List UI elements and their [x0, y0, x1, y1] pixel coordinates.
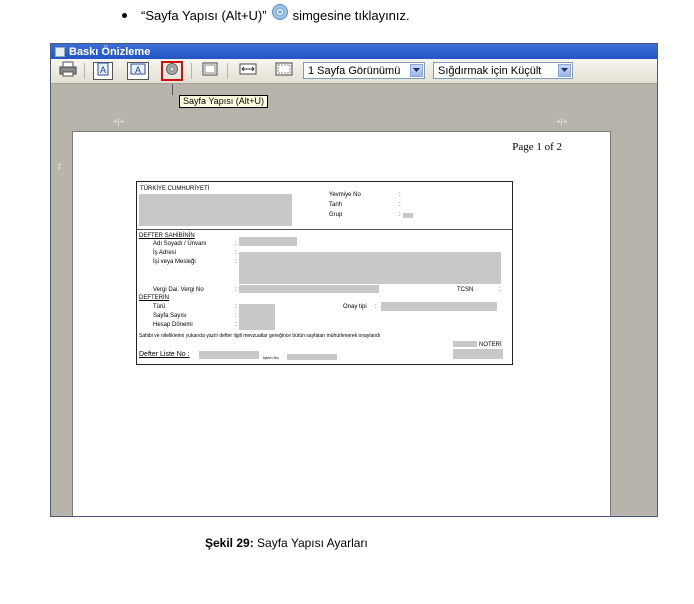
app-icon	[55, 46, 65, 57]
tooltip-pointer	[172, 84, 173, 95]
statement-text: Sahibi ve niteliklerini yukarıda yazılı …	[139, 333, 381, 339]
margin-handle-icon[interactable]: +|+	[556, 117, 567, 126]
print-button[interactable]	[57, 61, 79, 82]
instruction-prefix: “Sayfa Yapısı (Alt+U)”	[141, 7, 267, 23]
small-label: İşlem No	[263, 355, 279, 360]
ledger-form: TÜRKİYE CUMHURİYETİ Yevmiye No Tarih Gru…	[136, 181, 513, 365]
page-number: Page 1 of 2	[512, 141, 562, 153]
owner-label: İşi veya Mesleği	[153, 259, 196, 265]
redacted-box	[453, 341, 477, 347]
ledger-label: Türü	[153, 304, 166, 310]
owner-label: Adı Soyadı / Ünvanı	[153, 241, 207, 247]
portrait-button[interactable]: A	[93, 62, 113, 80]
redacted-box	[239, 252, 501, 284]
window-titlebar: Baskı Önizleme	[51, 44, 657, 59]
ledger-label: Hesap Dönemi	[153, 322, 193, 328]
preview-page: Page 1 of 2 TÜRKİYE CUMHURİYETİ Yevmiye …	[72, 131, 611, 516]
landscape-button[interactable]: A	[127, 62, 149, 80]
window-title: Baskı Önizleme	[69, 45, 151, 58]
zoom-select-value: Sığdırmak için Küçült	[438, 64, 542, 77]
page-width-icon	[239, 62, 257, 81]
print-icon	[59, 61, 77, 82]
tax-label: Vergi Dai. Vergi No	[153, 287, 204, 293]
redacted-box	[381, 302, 497, 311]
section-owner: DEFTER SAHİBİNİN	[139, 233, 195, 239]
view-select[interactable]: 1 Sayfa Görünümü	[303, 62, 425, 79]
page-setup-gear-icon	[271, 3, 289, 21]
noter-label: NOTERİ	[479, 342, 502, 348]
form-header: TÜRKİYE CUMHURİYETİ	[140, 186, 210, 192]
view-select-value: 1 Sayfa Görünümü	[308, 64, 401, 77]
redacted-box	[453, 349, 503, 359]
onay-label: Onay tipi	[343, 304, 367, 310]
page-setup-icon	[165, 62, 179, 81]
caption-text: Sayfa Yapısı Ayarları	[253, 536, 368, 550]
one-page-button[interactable]	[200, 62, 220, 80]
two-pages-icon	[275, 62, 293, 81]
redacted-box	[239, 304, 275, 330]
instruction-line: “Sayfa Yapısı (Alt+U)” simgesine tıklayı…	[122, 3, 410, 24]
caption-number: Şekil 29:	[205, 536, 254, 550]
right-label: Grup	[329, 212, 343, 218]
redacted-box	[139, 194, 292, 226]
owner-label: İş Adresi	[153, 250, 177, 256]
redacted-box	[199, 351, 259, 359]
right-label: Tarih	[329, 202, 343, 208]
right-label: Yevmiye No	[329, 192, 361, 198]
zoom-select[interactable]: Sığdırmak için Küçült	[433, 62, 573, 79]
margin-handle-icon[interactable]: +|+	[113, 117, 124, 126]
two-pages-button[interactable]	[273, 62, 295, 80]
list-label: Defter Liste No :	[139, 351, 190, 358]
one-page-icon	[202, 62, 218, 81]
redacted-box	[403, 213, 413, 218]
page-setup-tooltip: Sayfa Yapısı (Alt+U)	[179, 95, 268, 108]
section-ledger: DEFTERİN	[139, 295, 169, 301]
redacted-box	[239, 237, 297, 246]
figure-caption: Şekil 29: Sayfa Yapısı Ayarları	[205, 536, 368, 550]
instruction-suffix: simgesine tıklayınız.	[292, 7, 410, 23]
chevron-down-icon[interactable]	[410, 64, 423, 77]
portrait-icon: A	[97, 62, 109, 81]
page-setup-button[interactable]	[161, 61, 183, 81]
tcsn-label: TCSN	[457, 287, 474, 293]
toolbar: A A 1 Sayfa Görünümü Sığdırmak için Küçü…	[51, 59, 657, 84]
redacted-box	[239, 285, 379, 293]
divider	[137, 229, 512, 230]
print-preview-window: Baskı Önizleme A A 1 Sayfa Görünümü Sığd…	[50, 43, 658, 517]
margin-handle-icon[interactable]: ‡	[57, 162, 61, 171]
svg-text:A: A	[135, 65, 141, 75]
page-width-button[interactable]	[237, 62, 259, 80]
redacted-box	[287, 354, 337, 360]
landscape-icon: A	[130, 62, 146, 80]
bullet-dot	[122, 12, 127, 18]
svg-text:A: A	[100, 65, 106, 75]
chevron-down-icon[interactable]	[558, 64, 571, 77]
ledger-label: Sayfa Sayısı	[153, 313, 187, 319]
